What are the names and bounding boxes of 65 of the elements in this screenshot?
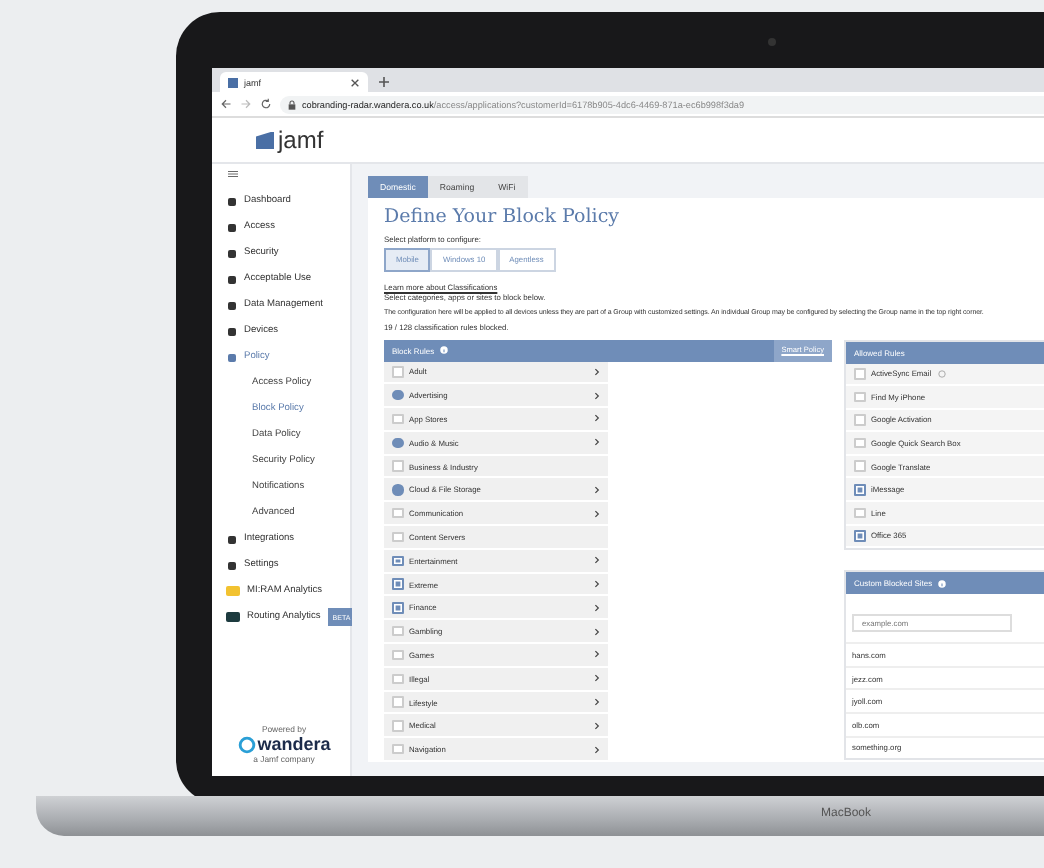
square-icon [228, 535, 236, 543]
checkbox[interactable] [392, 720, 403, 732]
square-icon [228, 561, 236, 569]
back-arrow-icon[interactable] [220, 98, 232, 110]
chevron-right-icon[interactable] [594, 556, 600, 565]
checkbox[interactable] [392, 484, 403, 496]
brand-name: jamf [278, 126, 324, 154]
page-title: Define Your Block Policy [384, 206, 622, 228]
checkbox[interactable] [854, 391, 865, 403]
square-icon [228, 327, 236, 335]
info-icon[interactable] [938, 579, 947, 588]
square-icon [228, 249, 236, 257]
checkbox[interactable] [392, 578, 403, 590]
checkbox[interactable] [392, 507, 403, 519]
square-icon [228, 301, 236, 309]
square-icon [228, 223, 236, 231]
checkbox[interactable] [854, 437, 865, 449]
chevron-right-icon[interactable] [594, 603, 600, 612]
chevron-right-icon[interactable] [594, 698, 600, 707]
checkbox[interactable] [854, 368, 865, 380]
checkbox[interactable] [854, 484, 865, 496]
menu-icon[interactable] [228, 170, 238, 178]
checkbox[interactable] [392, 673, 403, 684]
ring-logo-icon [237, 735, 256, 753]
chevron-right-icon[interactable] [594, 391, 600, 400]
chevron-right-icon[interactable] [594, 627, 600, 636]
info-icon[interactable] [440, 346, 449, 354]
checkbox[interactable] [392, 531, 403, 543]
checkbox[interactable] [392, 437, 403, 449]
chevron-right-icon[interactable] [594, 580, 600, 589]
chevron-right-icon[interactable] [594, 674, 600, 683]
chevron-right-icon[interactable] [594, 509, 600, 518]
checkbox[interactable] [392, 413, 403, 425]
chevron-right-icon[interactable] [594, 485, 600, 494]
jamf-logo-icon [256, 131, 274, 149]
wandera-logo-text: wandera [257, 734, 331, 754]
chevron-right-icon[interactable] [594, 367, 600, 376]
chevron-right-icon[interactable] [594, 414, 600, 423]
chevron-right-icon[interactable] [594, 438, 600, 447]
reload-icon[interactable] [260, 98, 272, 110]
checkbox[interactable] [392, 649, 403, 661]
chevron-right-icon[interactable] [594, 721, 600, 730]
checkbox[interactable] [392, 389, 403, 401]
checkbox[interactable] [392, 696, 403, 708]
checkbox[interactable] [392, 460, 403, 472]
square-icon [228, 275, 236, 283]
checkbox[interactable] [854, 507, 865, 519]
close-icon[interactable] [350, 77, 360, 87]
checkbox[interactable] [854, 530, 865, 542]
jamf-logo-icon [228, 77, 238, 87]
checkbox[interactable] [854, 414, 865, 426]
chevron-right-icon[interactable] [594, 650, 600, 659]
checkbox[interactable] [392, 743, 403, 755]
checkbox[interactable] [392, 555, 403, 567]
forward-arrow-icon[interactable] [240, 98, 252, 110]
checkbox[interactable] [392, 366, 403, 378]
checkbox[interactable] [392, 602, 403, 614]
lock-icon [288, 99, 296, 109]
checkbox[interactable] [392, 625, 403, 637]
checkbox[interactable] [854, 460, 865, 472]
new-tab-icon[interactable] [378, 76, 390, 88]
square-icon [228, 353, 236, 361]
square-icon [228, 197, 236, 205]
chevron-right-icon[interactable] [594, 745, 600, 754]
info-icon[interactable] [937, 369, 946, 378]
